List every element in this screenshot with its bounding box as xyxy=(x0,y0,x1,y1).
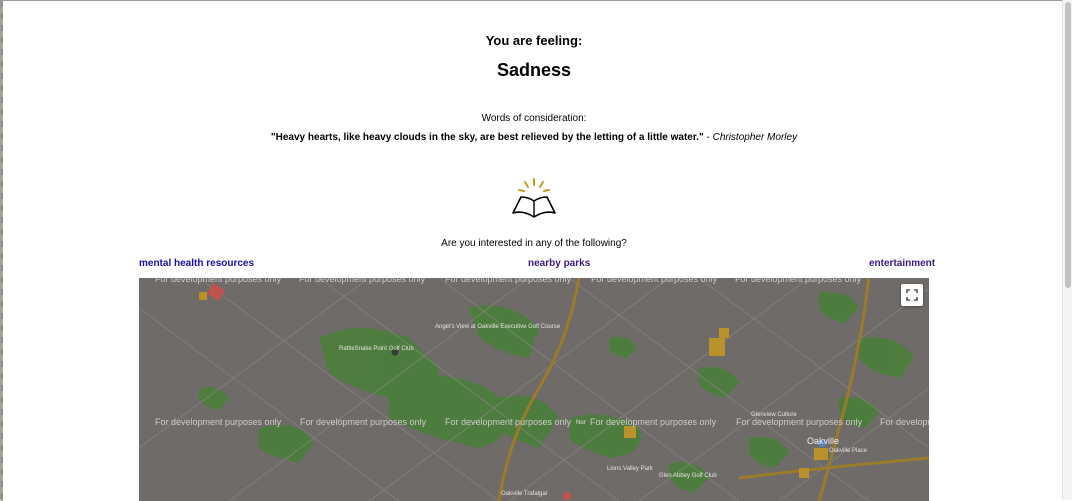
open-book-icon xyxy=(512,178,556,218)
map-label-glen-abbey: Glen Abbey Golf Club xyxy=(659,473,717,479)
map-watermark: For development purposes only xyxy=(299,278,426,284)
quote-text: "Heavy hearts, like heavy clouds in the … xyxy=(270,132,704,143)
map-watermark: For development purposes only xyxy=(591,278,718,284)
map-watermark: For development purposes only xyxy=(155,278,282,284)
feeling-label: You are feeling: xyxy=(485,33,583,48)
scrollbar-thumb[interactable] xyxy=(1065,2,1071,288)
fullscreen-icon xyxy=(906,289,918,301)
map-label-rattlesnake: RattleSnake Point Golf Club xyxy=(339,346,414,352)
quote: "Heavy hearts, like heavy clouds in the … xyxy=(1,132,1067,143)
page-frame: You are feeling: Sadness Words of consid… xyxy=(0,0,1062,501)
nearby-parks-link[interactable]: nearby parks xyxy=(528,258,590,269)
map-label-oakville-trafalgar: Oakville Trafalgar xyxy=(501,491,548,497)
map[interactable]: Angel's View at Oakville Executive Golf … xyxy=(139,278,929,501)
map-label-north: Nor xyxy=(576,420,586,426)
map-label-angels-view: Angel's View at Oakville Executive Golf … xyxy=(435,324,561,330)
map-watermark: For development purposes only xyxy=(736,417,863,427)
map-watermark: For development purposes only xyxy=(880,417,929,427)
map-label-oakville: Oakville xyxy=(807,436,840,446)
scrollbar[interactable] xyxy=(1062,0,1072,500)
quote-separator: - xyxy=(703,132,713,143)
map-label-oakville-place: Oakville Place xyxy=(829,448,868,454)
entertainment-link[interactable]: entertainment xyxy=(869,258,935,269)
map-watermark: For development purposes only xyxy=(445,278,572,284)
consideration-label: Words of consideration: xyxy=(481,113,587,124)
fullscreen-button[interactable] xyxy=(901,284,923,306)
map-watermark: For development purposes only xyxy=(300,417,427,427)
map-watermark: For development purposes only xyxy=(155,417,282,427)
map-watermark: For development purposes only xyxy=(735,278,862,284)
map-graphics xyxy=(139,278,929,501)
map-watermark: For development purposes only xyxy=(445,417,572,427)
emotion-title: Sadness xyxy=(496,60,572,80)
quote-author: Christopher Morley xyxy=(712,132,798,143)
map-watermark: For development purposes only xyxy=(590,417,717,427)
map-label-lions-valley: Lions Valley Park xyxy=(607,466,653,472)
interest-question: Are you interested in any of the followi… xyxy=(441,238,627,249)
mental-health-resources-link[interactable]: mental health resources xyxy=(139,258,254,269)
